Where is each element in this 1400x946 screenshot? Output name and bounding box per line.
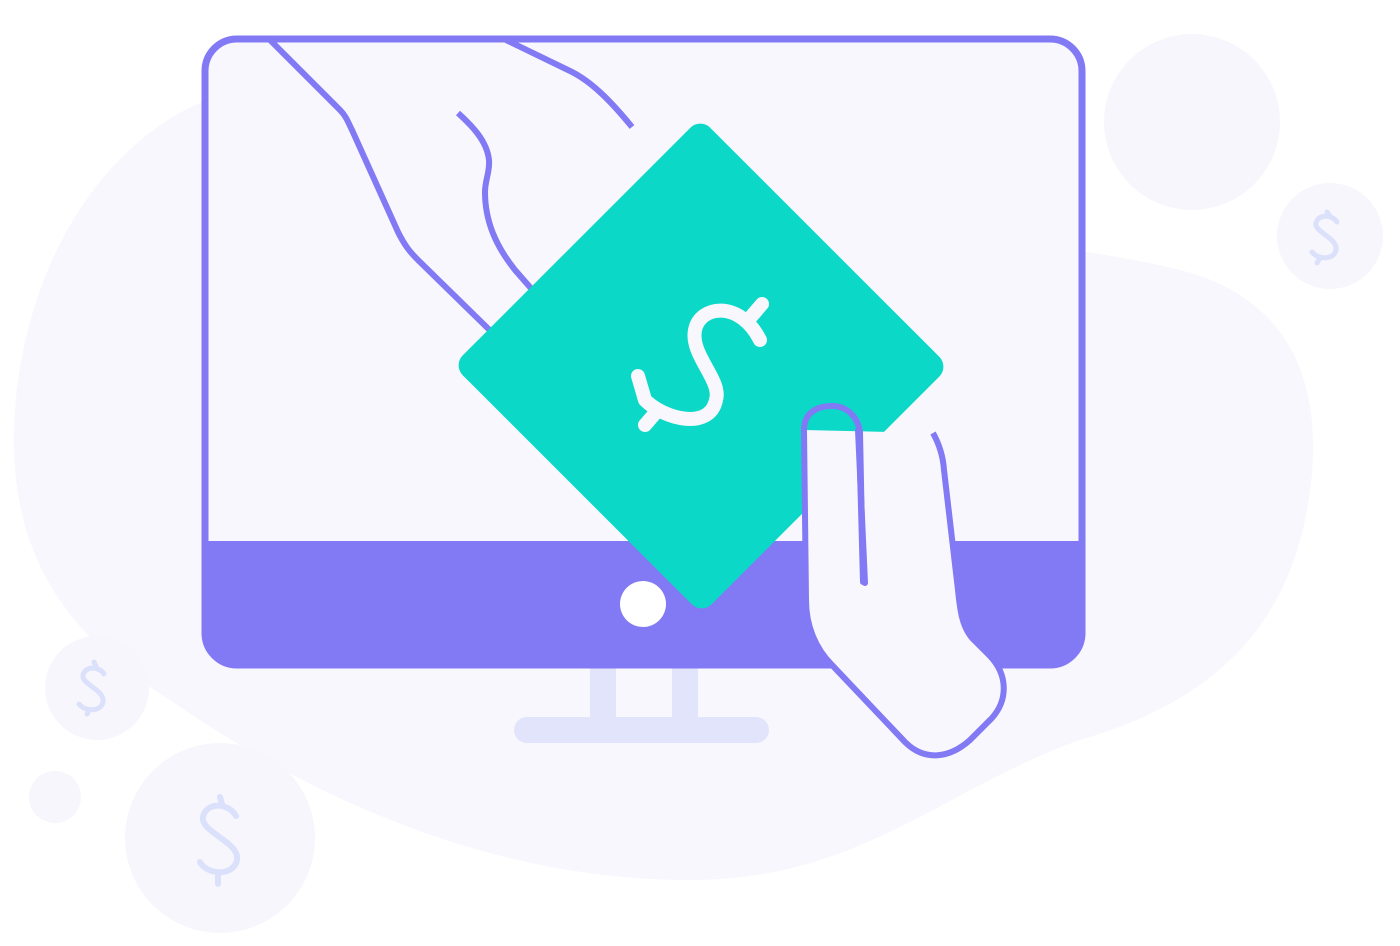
dollar-coin-icon <box>1104 34 1280 210</box>
dollar-coin-icon <box>125 743 315 933</box>
coin-small <box>29 771 81 823</box>
money-transfer-illustration <box>0 0 1400 946</box>
dollar-coin-icon <box>45 636 149 740</box>
monitor-button <box>620 581 666 627</box>
illustration-canvas <box>13 34 1383 933</box>
dollar-coin-icon <box>1277 183 1383 289</box>
